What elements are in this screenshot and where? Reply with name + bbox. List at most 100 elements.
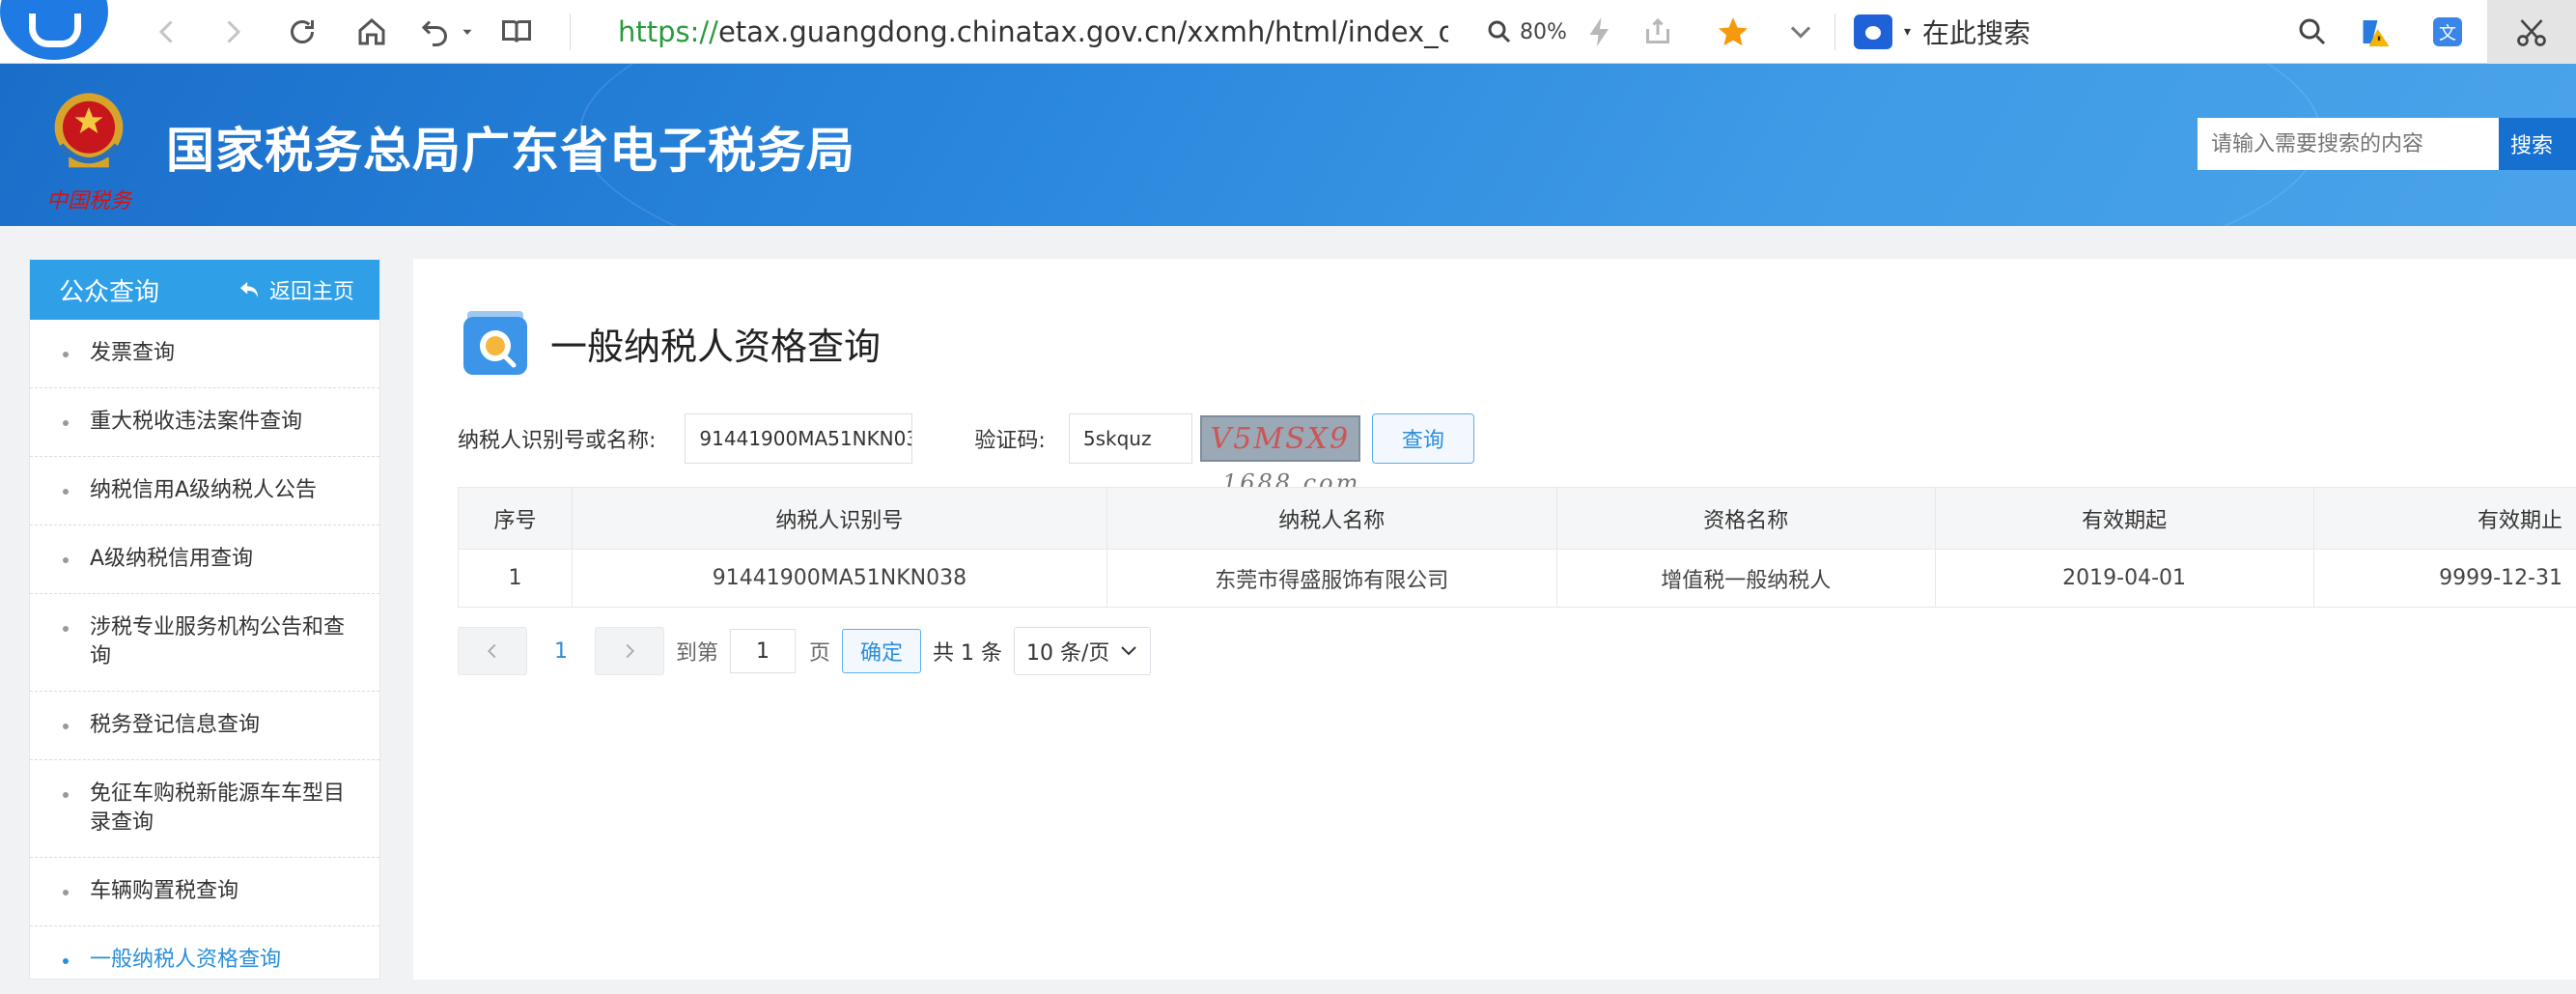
svg-text:文: 文 [2439,24,2456,44]
table-header-row: 序号 纳税人识别号 纳税人名称 资格名称 有效期起 有效期止 [459,488,2576,550]
goto-suffix: 页 [809,636,830,667]
site-search: 搜索 [2198,118,2576,170]
sidebar-item-general-taxpayer-query[interactable]: 一般纳税人资格查询 [30,926,379,994]
back-home-link[interactable]: 返回主页 [238,274,354,305]
column-header: 有效期止 [2313,488,2576,550]
browser-search-box[interactable]: ▾ 在此搜索 [1854,10,2030,54]
column-header: 纳税人识别号 [572,488,1106,550]
sidebar-item-tax-registration-query[interactable]: 税务登记信息查询 [30,692,379,760]
translate-icon[interactable]: 文 [2423,8,2472,56]
main-panel: 一般纳税人资格查询 纳税人识别号或名称: 91441900MA51NKN038 … [413,259,2576,980]
bullet-icon [63,352,69,357]
browser-toolbar: https://etax.guangdong.chinatax.gov.cn/x… [0,0,2576,64]
sidebar-menu: 发票查询 重大税收违法案件查询 纳税信用A级纳税人公告 A级纳税信用查询 涉税专… [30,320,379,994]
sidebar-item-label: 重大税收违法案件查询 [90,410,302,434]
reload-icon[interactable] [280,10,324,54]
toolbar-divider [1834,14,1835,50]
site-title: 国家税务总局广东省电子税务局 [166,112,855,182]
home-icon[interactable] [350,10,394,54]
bullet-icon [63,724,69,729]
taxpayer-id-input[interactable]: 91441900MA51NKN038 [685,413,912,464]
bullet-icon [63,890,69,895]
query-form: 纳税人识别号或名称: 91441900MA51NKN038 验证码: 5skqu… [458,413,1474,464]
sidebar-item-tax-agency-query[interactable]: 涉税专业服务机构公告和查询 [30,594,379,692]
table-cell: 91441900MA51NKN038 [572,550,1106,608]
baidu-paw-icon [1854,14,1892,49]
favorite-star-icon[interactable] [1709,8,1757,56]
url-text: etax.guangdong.chinatax.gov.cn/xxmh/html… [718,15,1448,48]
security-warning-icon[interactable] [2352,8,2400,56]
zoom-indicator[interactable]: 80% [1485,12,1567,52]
captcha-image[interactable]: V5MSX9 [1200,415,1360,462]
page-size-select[interactable]: 10 条/页 [1014,627,1151,675]
sidebar-item-label: 车辆购置税查询 [90,879,238,903]
table-cell: 增值税一般纳税人 [1556,550,1935,608]
goto-confirm-button[interactable]: 确定 [842,629,921,673]
sidebar-item-a-level-credit-query[interactable]: A级纳税信用查询 [30,525,379,594]
sidebar-item-major-violation-query[interactable]: 重大税收违法案件查询 [30,388,379,457]
chevron-left-icon [482,640,503,662]
result-table: 序号 纳税人识别号 纳税人名称 资格名称 有效期起 有效期止 1 9144190… [458,487,2576,608]
captcha-input[interactable]: 5skquz [1069,413,1192,464]
browser-search-placeholder: 在此搜索 [1922,13,2030,51]
pagination: 1 到第 1 页 确定 共 1 条 10 条/页 [458,626,1151,676]
column-header: 资格名称 [1556,488,1935,550]
chevron-right-icon [619,640,640,662]
screenshot-scissors-icon[interactable] [2487,0,2576,64]
bullet-icon [63,958,69,964]
site-search-button[interactable]: 搜索 [2499,118,2576,170]
sidebar-item-a-level-announcement[interactable]: 纳税信用A级纳税人公告 [30,457,379,525]
reader-book-icon[interactable] [494,10,539,54]
page-size-value: 10 条/页 [1026,636,1109,667]
address-bar[interactable]: https://etax.guangdong.chinatax.gov.cn/x… [618,12,1448,52]
site-search-input[interactable] [2198,118,2499,170]
sidebar-item-vehicle-purchase-tax-query[interactable]: 车辆购置税查询 [30,858,379,926]
table-cell: 2019-04-01 [1935,550,2313,608]
sidebar-item-label: A级纳税信用查询 [90,547,253,571]
page-number[interactable]: 1 [527,639,595,664]
sidebar-item-label: 涉税专业服务机构公告和查询 [90,615,345,668]
sidebar-title: 公众查询 [59,272,159,308]
column-header: 纳税人名称 [1106,488,1556,550]
chevron-down-icon [1119,644,1138,658]
table-row: 1 91441900MA51NKN038 东莞市得盛服饰有限公司 增值税一般纳税… [459,550,2576,608]
zoom-level: 80% [1520,20,1567,44]
sidebar-item-label: 税务登记信息查询 [90,713,260,737]
sidebar-item-invoice-query[interactable]: 发票查询 [30,320,379,388]
back-arrow-icon[interactable] [145,10,189,54]
emblem-caption: 中国税务 [46,184,131,214]
table-cell: 东莞市得盛服饰有限公司 [1106,550,1556,608]
sidebar-item-nev-catalog-query[interactable]: 免征车购税新能源车车型目录查询 [30,760,379,858]
query-button[interactable]: 查询 [1372,413,1474,464]
table-cell: 9999-12-31 [2313,550,2576,608]
prev-page-button[interactable] [458,627,527,675]
sidebar-header: 公众查询 返回主页 [30,260,379,320]
query-page-icon [462,309,529,377]
share-icon[interactable] [1634,8,1682,56]
zoom-magnifier-icon [1485,17,1514,46]
captcha-label: 验证码: [974,423,1045,454]
sidebar-item-label: 免征车购税新能源车车型目录查询 [90,781,345,835]
total-count: 共 1 条 [933,636,1002,667]
chevron-down-icon[interactable] [1777,8,1825,56]
column-header: 有效期起 [1935,488,2313,550]
search-icon[interactable] [2288,8,2337,56]
toolbar-divider [570,14,571,50]
taxpayer-label: 纳税人识别号或名称: [458,423,656,454]
browser-logo-icon[interactable] [0,0,108,60]
undo-dropdown-icon[interactable] [456,10,479,54]
page-title: 一般纳税人资格查询 [550,317,881,370]
next-page-button[interactable] [595,627,664,675]
lightning-icon[interactable] [1576,8,1624,56]
site-header: 中国税务 国家税务总局广东省电子税务局 搜索 [0,64,2576,226]
column-header: 序号 [459,488,573,550]
undo-icon[interactable] [413,10,458,54]
bullet-icon [63,792,69,798]
sidebar-item-label: 纳税信用A级纳税人公告 [90,478,317,502]
search-engine-caret-icon[interactable]: ▾ [1904,24,1911,40]
forward-arrow-icon[interactable] [210,10,255,54]
goto-page-input[interactable]: 1 [730,629,796,673]
sidebar-item-label: 一般纳税人资格查询 [90,948,281,972]
bullet-icon [63,489,69,495]
sidebar-item-label: 发票查询 [90,341,175,365]
